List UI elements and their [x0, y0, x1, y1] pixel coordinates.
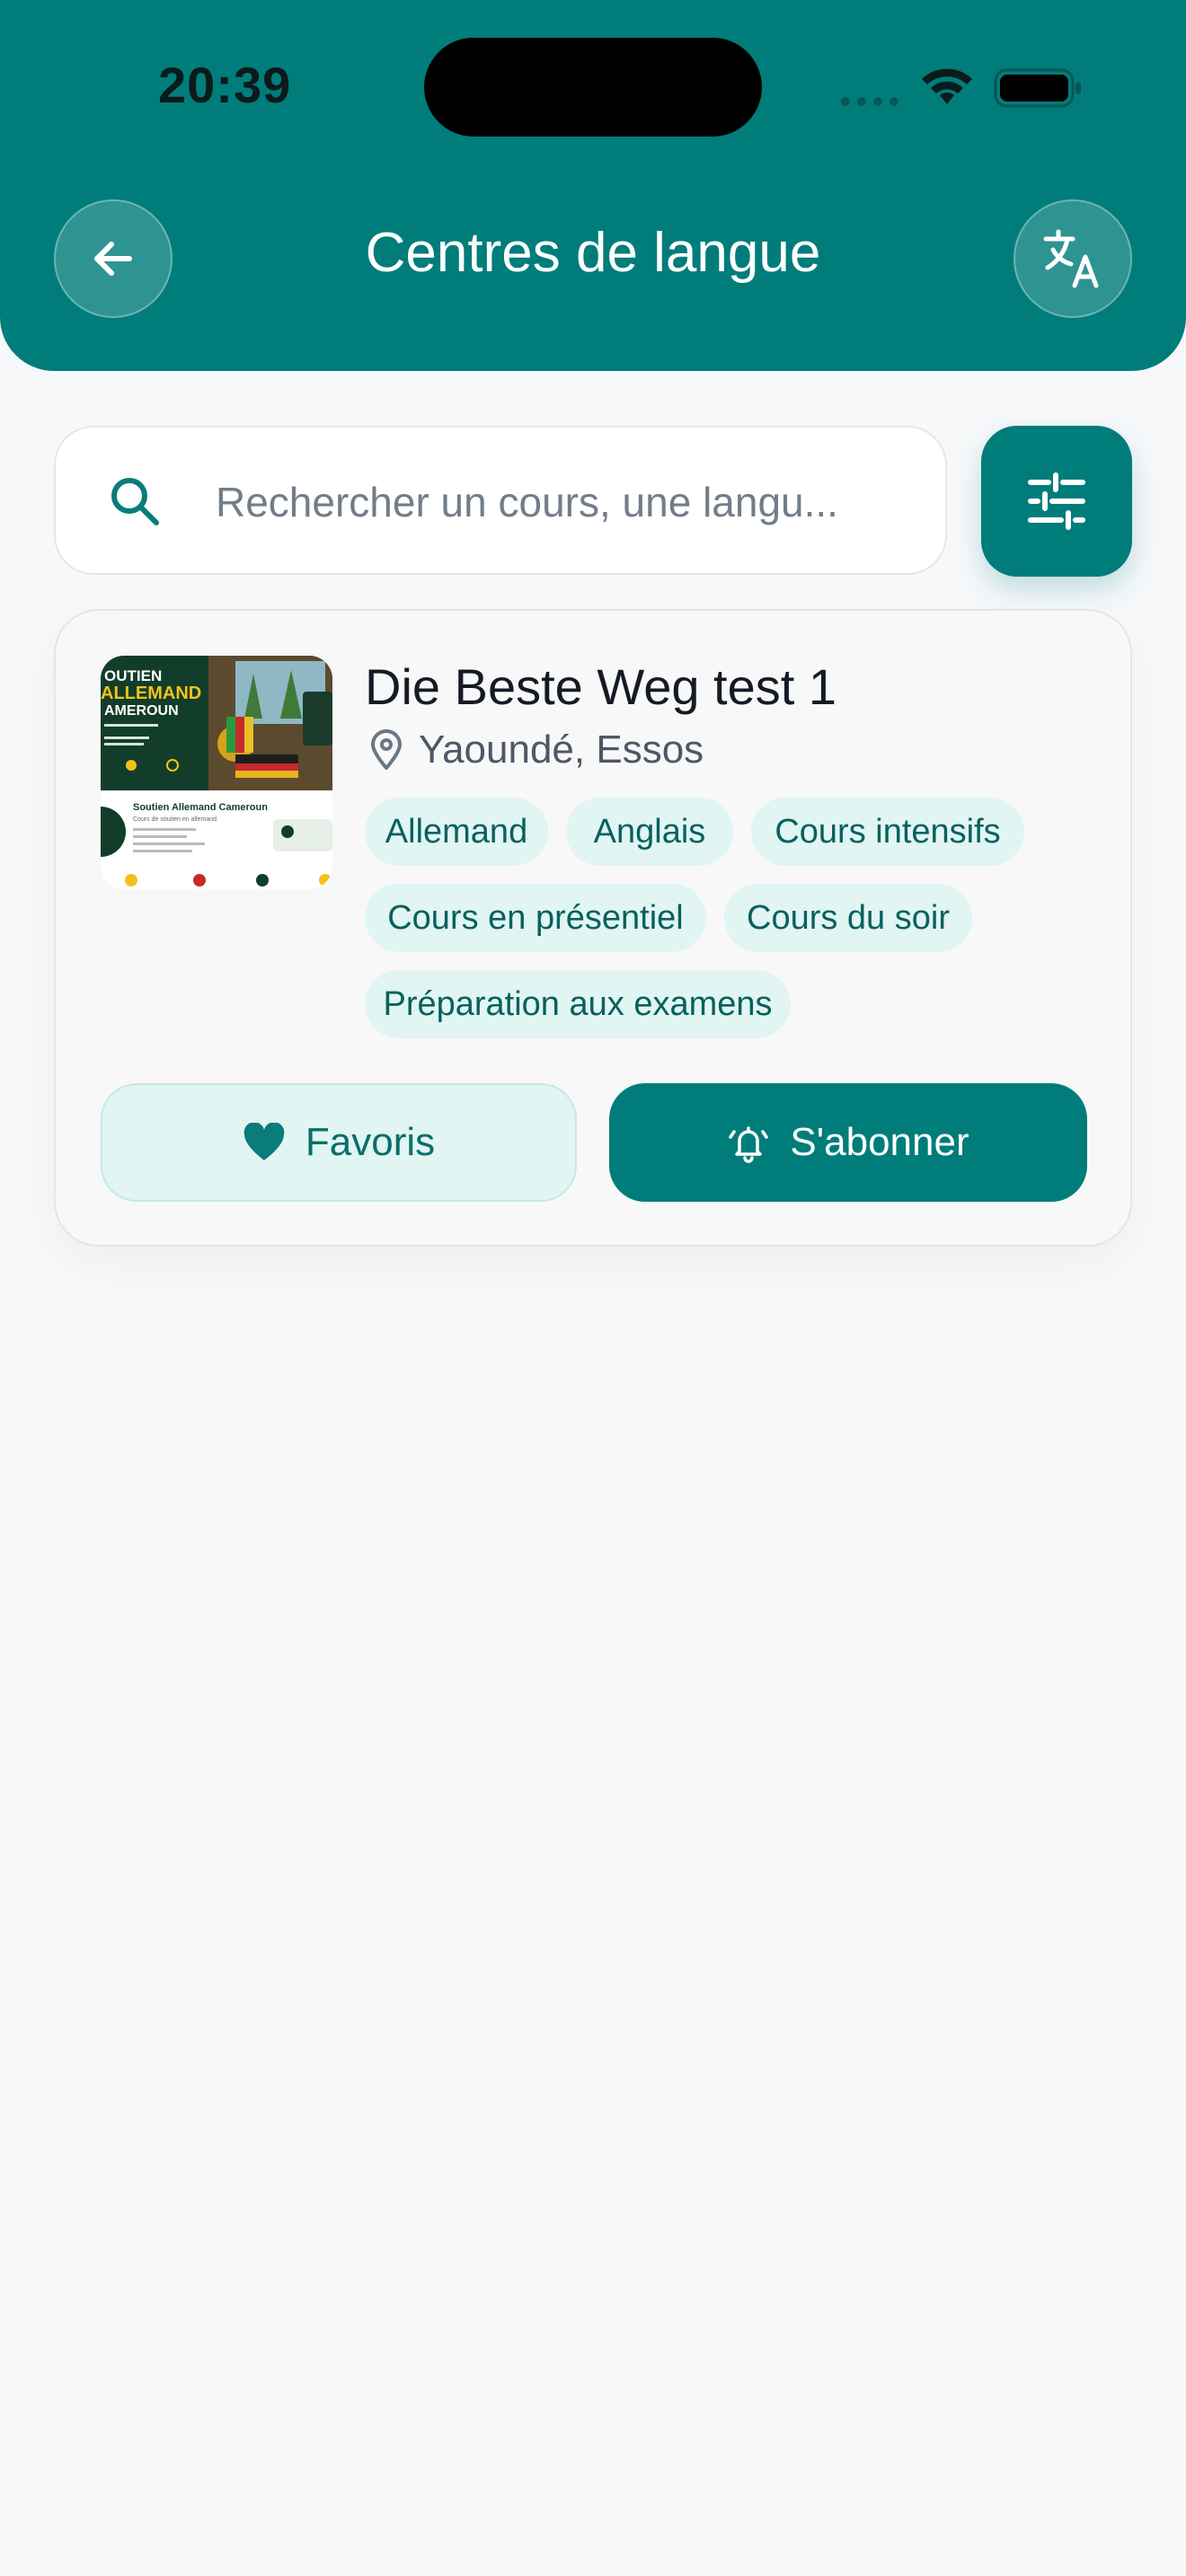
subscribe-button[interactable]: S'abonner [609, 1083, 1087, 1202]
thumb-headline-1: OUTIEN [104, 667, 162, 684]
tag-item[interactable]: Cours du soir [724, 884, 972, 952]
tag-item[interactable]: Cours en présentiel [365, 884, 706, 952]
tag-item[interactable]: Anglais [566, 798, 733, 866]
app-header: 20:39 Centres de langue [0, 0, 1186, 371]
thumb-brand: Soutien Allemand Cameroun [133, 802, 268, 813]
thumbnail-image: OUTIEN ALLEMAND AMEROUN Soutien Allemand… [101, 656, 332, 889]
wifi-icon [922, 68, 972, 104]
search-icon [111, 478, 159, 525]
thumb-tagline: Cours de soutien en allemand [133, 816, 217, 823]
subscribe-label: S'abonner [790, 1120, 969, 1164]
heart-icon [243, 1123, 285, 1160]
course-thumbnail: OUTIEN ALLEMAND AMEROUN Soutien Allemand… [101, 656, 332, 889]
location-text: Yaoundé, Essos [419, 728, 704, 772]
filter-button[interactable] [981, 426, 1132, 577]
page-title: Centres de langue [365, 222, 821, 284]
tag-item[interactable]: Préparation aux examens [365, 970, 791, 1038]
tag-item[interactable]: Allemand [365, 798, 548, 866]
course-card[interactable]: OUTIEN ALLEMAND AMEROUN Soutien Allemand… [54, 609, 1132, 1247]
dynamic-island [424, 38, 762, 137]
thumb-headline-2: ALLEMAND [101, 684, 201, 703]
signal-icon [841, 97, 898, 106]
search-input[interactable] [214, 463, 918, 541]
battery-icon [994, 68, 1081, 108]
map-pin-icon [371, 729, 402, 770]
search-box[interactable] [54, 426, 947, 575]
status-time: 20:39 [158, 57, 292, 113]
bell-ring-icon [729, 1126, 769, 1163]
tag-item[interactable]: Cours intensifs [751, 798, 1024, 866]
translate-icon [1043, 229, 1099, 288]
course-title: Die Beste Weg test 1 [365, 658, 836, 715]
sliders-icon [1028, 472, 1085, 530]
favorite-button[interactable]: Favoris [101, 1083, 577, 1202]
thumb-headline-3: AMEROUN [104, 703, 179, 719]
course-location: Yaoundé, Essos [370, 728, 704, 772]
translate-button[interactable] [1013, 199, 1132, 318]
favorite-label: Favoris [305, 1120, 436, 1164]
